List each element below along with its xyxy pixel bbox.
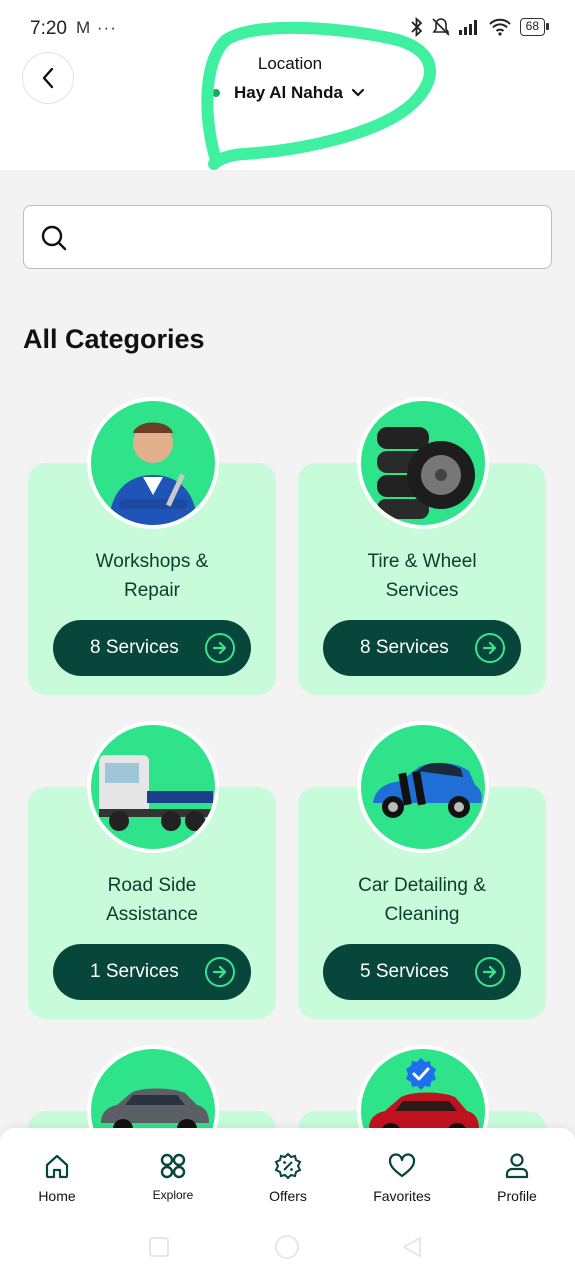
tires-image — [357, 397, 489, 529]
nav-offers[interactable]: Offers — [238, 1152, 338, 1204]
nav-profile[interactable]: Profile — [467, 1152, 567, 1204]
location-pin-icon — [212, 89, 220, 97]
nav-label: Explore — [152, 1188, 194, 1202]
discount-icon — [274, 1152, 302, 1180]
services-button[interactable]: 8 Services — [53, 620, 251, 676]
services-button[interactable]: 8 Services — [323, 620, 521, 676]
status-right-icons: 68 — [410, 17, 550, 37]
services-button[interactable]: 5 Services — [323, 944, 521, 1000]
search-input[interactable] — [80, 206, 540, 267]
category-title: Workshops & Repair — [95, 551, 209, 601]
status-time: 7:20 — [30, 18, 67, 39]
location-selector[interactable]: Hay Al Nahda — [212, 83, 365, 103]
recents-button — [149, 1237, 169, 1257]
location-value: Hay Al Nahda — [234, 83, 343, 102]
category-title: Car Detailing & Cleaning — [358, 875, 486, 925]
services-count: 8 Services — [90, 637, 179, 658]
arrow-right-icon — [205, 957, 235, 987]
mechanic-image — [87, 397, 219, 529]
bluetooth-icon — [411, 17, 422, 37]
sports-car-image — [357, 721, 489, 853]
nav-label: Offers — [269, 1188, 307, 1204]
notification-icons: M ··· — [76, 18, 117, 37]
home-system-button — [275, 1235, 299, 1259]
profile-icon — [505, 1153, 529, 1179]
grid-icon — [160, 1153, 186, 1179]
heart-icon — [388, 1153, 416, 1178]
battery-indicator: 68 — [519, 18, 550, 36]
bell-off-icon — [432, 18, 450, 36]
chevron-down-icon — [351, 88, 365, 97]
category-title: Road Side Assistance — [106, 875, 198, 925]
arrow-right-icon — [475, 633, 505, 663]
verified-badge-icon — [406, 1058, 436, 1090]
location-label: Location — [257, 54, 323, 73]
services-count: 1 Services — [90, 961, 179, 982]
nav-label: Favorites — [373, 1188, 431, 1204]
arrow-right-icon — [475, 957, 505, 987]
nav-label: Home — [38, 1188, 76, 1204]
nav-favorites[interactable]: Favorites — [352, 1152, 452, 1204]
status-bar: 7:20 M ··· 68 — [0, 0, 575, 58]
wifi-icon — [488, 18, 511, 36]
signal-icon — [458, 20, 477, 35]
nav-label: Profile — [497, 1188, 537, 1204]
nav-explore[interactable]: Explore — [123, 1152, 223, 1202]
category-title: Tire & Wheel Services — [367, 551, 477, 601]
header: Location Hay Al Nahda — [0, 52, 575, 170]
search-icon — [41, 225, 67, 251]
services-button[interactable]: 1 Services — [53, 944, 251, 1000]
section-title: All Categories — [23, 324, 205, 354]
services-count: 5 Services — [360, 961, 449, 982]
services-count: 8 Services — [360, 637, 449, 658]
search-bar[interactable] — [23, 205, 552, 269]
system-navigation — [149, 1235, 421, 1259]
back-system-button — [403, 1237, 421, 1257]
home-icon — [45, 1154, 69, 1179]
arrow-right-icon — [205, 633, 235, 663]
tow-truck-image — [87, 721, 219, 853]
nav-home[interactable]: Home — [7, 1152, 107, 1204]
